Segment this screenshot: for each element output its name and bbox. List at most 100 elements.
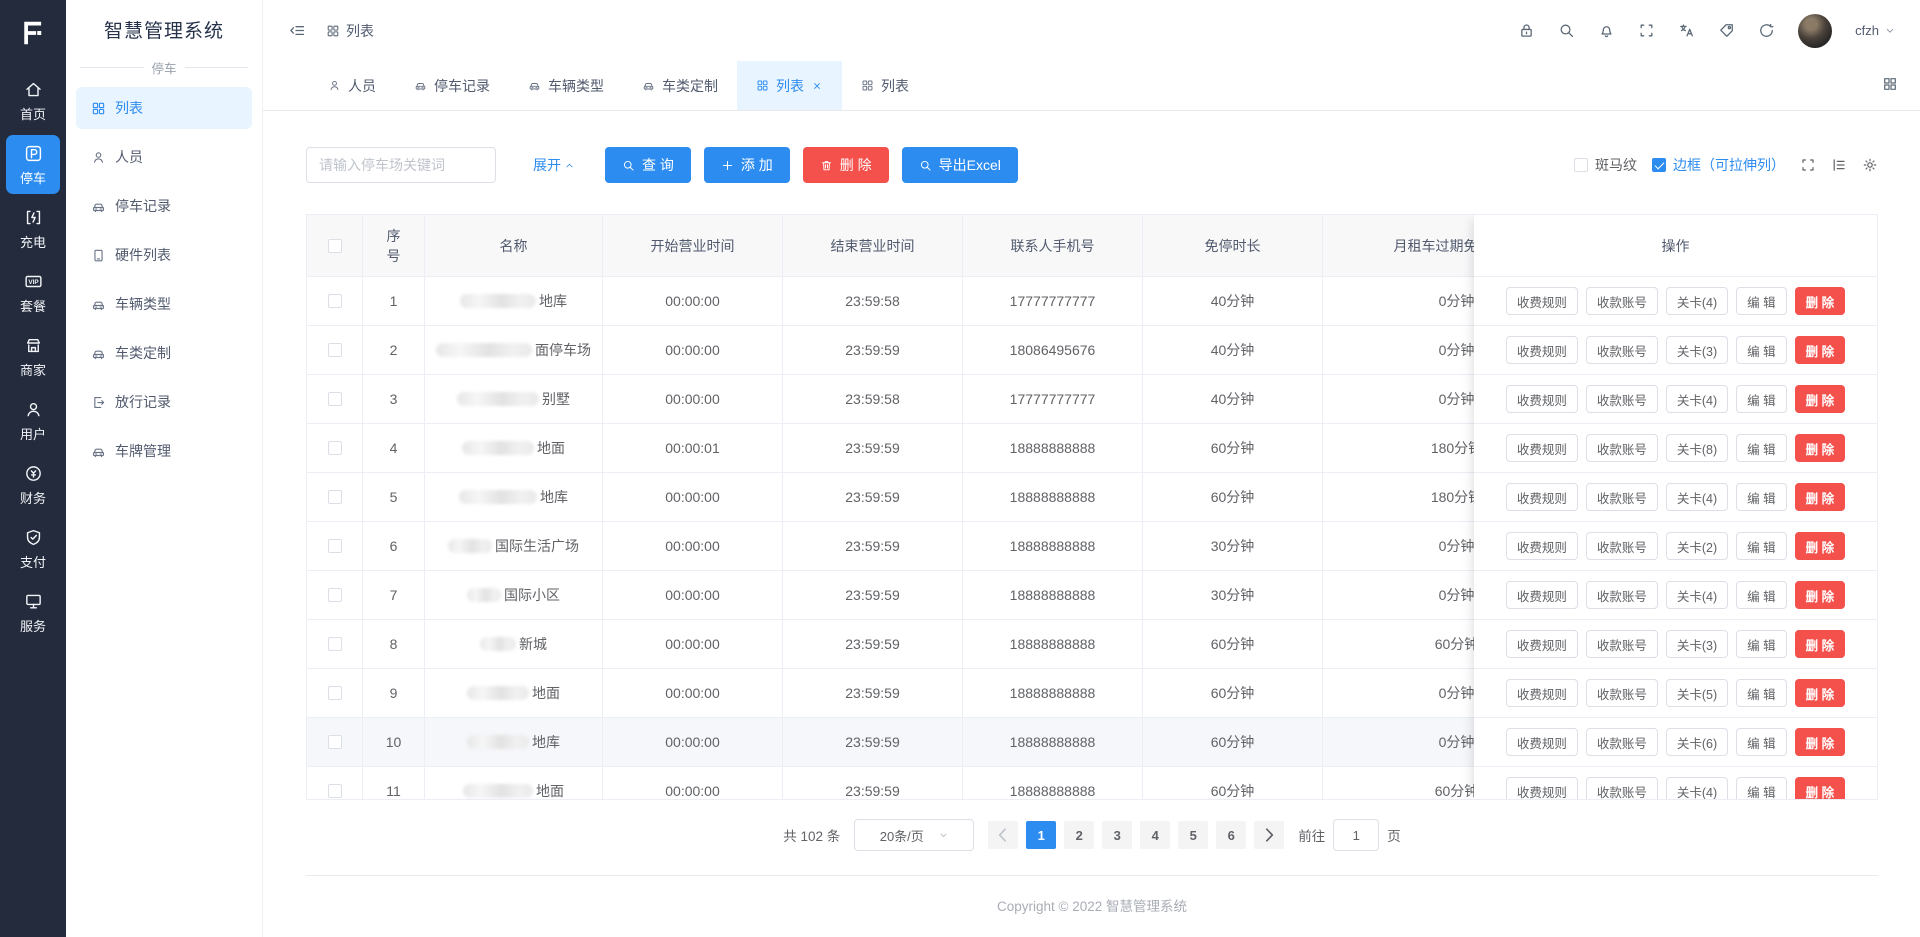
delete-row-button[interactable]: 删 除 [1795,385,1845,413]
tab-车类定制-3[interactable]: 车类定制 [623,61,737,110]
delete-row-button[interactable]: 删 除 [1795,336,1845,364]
sidebar-item-park-records[interactable]: 停车记录 [76,185,252,227]
fee-rules-button[interactable]: 收费规则 [1506,679,1578,707]
prev-page-button[interactable] [988,821,1018,849]
delete-row-button[interactable]: 删 除 [1795,679,1845,707]
tag-icon[interactable] [1718,22,1735,39]
avatar[interactable] [1798,14,1832,48]
fee-rules-button[interactable]: 收费规则 [1506,336,1578,364]
gate-button[interactable]: 关卡(2) [1666,532,1728,560]
goto-page-input[interactable] [1333,819,1379,851]
query-button[interactable]: 查 询 [605,147,691,183]
delete-row-button[interactable]: 删 除 [1795,483,1845,511]
table-row[interactable]: 8新城00:00:0023:59:591888888888860分钟60分钟 [307,620,1591,669]
row-checkbox[interactable] [328,637,342,651]
payment-account-button[interactable]: 收款账号 [1586,336,1658,364]
sidebar-item-plate-manage[interactable]: 车牌管理 [76,430,252,472]
table-row[interactable]: 6国际生活广场00:00:0023:59:591888888888830分钟0分… [307,522,1591,571]
gate-button[interactable]: 关卡(5) [1666,679,1728,707]
tab-layout-icon[interactable] [1882,76,1898,92]
row-checkbox[interactable] [328,441,342,455]
payment-account-button[interactable]: 收款账号 [1586,679,1658,707]
export-excel-button[interactable]: 导出Excel [902,147,1018,183]
border-toggle[interactable]: 边框（可拉伸列） [1652,155,1785,175]
tab-人员-0[interactable]: 人员 [309,61,395,110]
edit-button[interactable]: 编 辑 [1736,532,1786,560]
rail-item-finance[interactable]: 财务 [6,455,60,514]
gate-button[interactable]: 关卡(4) [1666,483,1728,511]
row-checkbox[interactable] [328,735,342,749]
fullscreen-icon[interactable] [1800,157,1816,173]
rail-item-home[interactable]: 首页 [6,71,60,130]
gate-button[interactable]: 关卡(8) [1666,434,1728,462]
row-checkbox[interactable] [328,343,342,357]
refresh-icon[interactable] [1758,22,1775,39]
delete-row-button[interactable]: 删 除 [1795,630,1845,658]
page-size-select[interactable]: 20条/页 [854,819,974,851]
edit-button[interactable]: 编 辑 [1736,630,1786,658]
select-all-checkbox[interactable] [328,239,342,253]
zebra-toggle[interactable]: 斑马纹 [1574,155,1637,175]
column-sort-icon[interactable] [1831,157,1847,173]
table-row[interactable]: 10地库00:00:0023:59:591888888888860分钟0分钟 [307,718,1591,767]
zebra-checkbox[interactable] [1574,158,1588,172]
sidebar-item-personnel[interactable]: 人员 [76,136,252,178]
delete-row-button[interactable]: 删 除 [1795,434,1845,462]
expand-toggle[interactable]: 展开 [533,155,575,175]
row-checkbox[interactable] [328,294,342,308]
payment-account-button[interactable]: 收款账号 [1586,287,1658,315]
page-button-1[interactable]: 1 [1026,821,1056,849]
row-checkbox[interactable] [328,686,342,700]
delete-row-button[interactable]: 删 除 [1795,728,1845,756]
table-row[interactable]: 7国际小区00:00:0023:59:591888888888830分钟0分钟 [307,571,1591,620]
row-checkbox[interactable] [328,539,342,553]
fee-rules-button[interactable]: 收费规则 [1506,777,1578,800]
translate-icon[interactable] [1678,22,1695,39]
lock-icon[interactable] [1518,22,1535,39]
table-row[interactable]: 9地面00:00:0023:59:591888888888860分钟0分钟 [307,669,1591,718]
sidebar-item-class-custom[interactable]: 车类定制 [76,332,252,374]
tab-列表-5[interactable]: 列表 [842,61,928,110]
gate-button[interactable]: 关卡(4) [1666,287,1728,315]
page-button-5[interactable]: 5 [1178,821,1208,849]
payment-account-button[interactable]: 收款账号 [1586,581,1658,609]
row-checkbox[interactable] [328,490,342,504]
payment-account-button[interactable]: 收款账号 [1586,434,1658,462]
bell-icon[interactable] [1598,22,1615,39]
rail-item-payment[interactable]: 支付 [6,519,60,578]
gate-button[interactable]: 关卡(3) [1666,630,1728,658]
next-page-button[interactable] [1254,821,1284,849]
fee-rules-button[interactable]: 收费规则 [1506,483,1578,511]
payment-account-button[interactable]: 收款账号 [1586,532,1658,560]
tab-停车记录-1[interactable]: 停车记录 [395,61,509,110]
rail-item-merchant[interactable]: 商家 [6,327,60,386]
sidebar-item-list[interactable]: 列表 [76,87,252,129]
table-row[interactable]: 1地库00:00:0023:59:581777777777740分钟0分钟 [307,277,1591,326]
edit-button[interactable]: 编 辑 [1736,581,1786,609]
delete-row-button[interactable]: 删 除 [1795,581,1845,609]
gate-button[interactable]: 关卡(4) [1666,581,1728,609]
row-checkbox[interactable] [328,392,342,406]
search-input[interactable] [306,147,496,183]
delete-row-button[interactable]: 删 除 [1795,532,1845,560]
close-icon[interactable] [811,80,823,92]
user-menu[interactable]: cfzh [1855,23,1896,38]
table-row[interactable]: 2面停车场00:00:0023:59:591808649567640分钟0分钟 [307,326,1591,375]
payment-account-button[interactable]: 收款账号 [1586,777,1658,800]
delete-row-button[interactable]: 删 除 [1795,287,1845,315]
sidebar-item-vehicle-type[interactable]: 车辆类型 [76,283,252,325]
payment-account-button[interactable]: 收款账号 [1586,483,1658,511]
row-checkbox[interactable] [328,588,342,602]
sidebar-item-pass-records[interactable]: 放行记录 [76,381,252,423]
tab-列表-4[interactable]: 列表 [737,61,842,110]
edit-button[interactable]: 编 辑 [1736,336,1786,364]
rail-item-package[interactable]: VIP套餐 [6,263,60,322]
fee-rules-button[interactable]: 收费规则 [1506,630,1578,658]
gate-button[interactable]: 关卡(4) [1666,385,1728,413]
edit-button[interactable]: 编 辑 [1736,287,1786,315]
rail-item-service[interactable]: 服务 [6,583,60,642]
gate-button[interactable]: 关卡(3) [1666,336,1728,364]
row-checkbox[interactable] [328,784,342,798]
border-checkbox[interactable] [1652,158,1666,172]
fee-rules-button[interactable]: 收费规则 [1506,581,1578,609]
